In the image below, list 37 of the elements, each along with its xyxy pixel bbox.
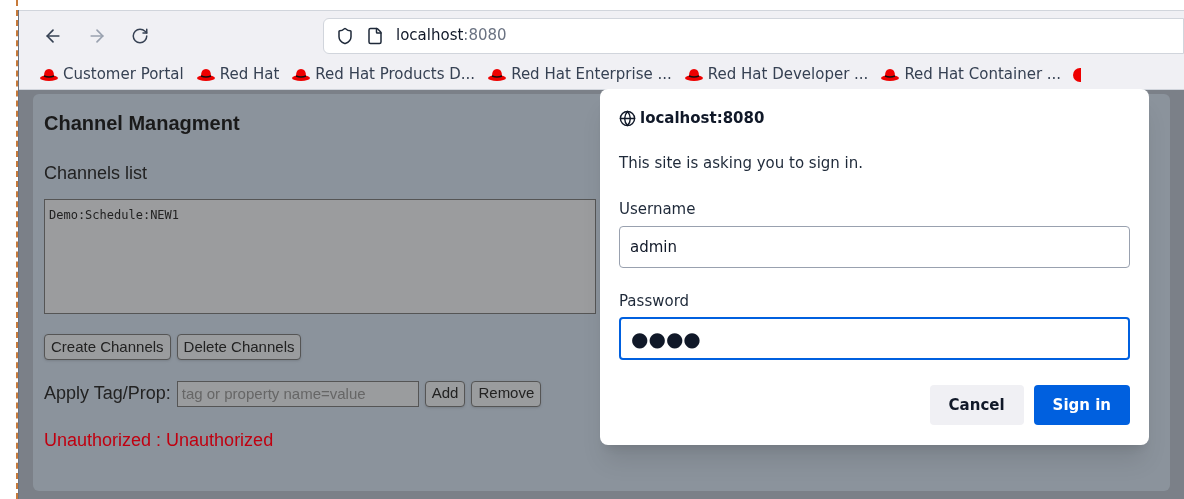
page-title: Channel Managment: [44, 111, 240, 136]
hat-icon: [880, 67, 901, 82]
tag-label: Apply Tag/Prop:: [44, 382, 171, 405]
error-message: Unauthorized : Unauthorized: [44, 429, 274, 452]
password-label: Password: [619, 290, 691, 312]
shield-icon: [336, 26, 354, 45]
hat-icon: [195, 67, 216, 82]
bookmark-link[interactable]: Red Hat Developer ...: [707, 63, 869, 86]
password-field[interactable]: ●●●●: [619, 317, 1130, 360]
tag-button[interactable]: Add: [424, 380, 466, 407]
bookmark-link[interactable]: Red Hat Container ...: [904, 63, 1062, 86]
bookmark-link[interactable]: Red Hat: [219, 63, 280, 86]
dialog-message: This site is asking you to sign in.: [619, 152, 865, 174]
globe-icon: [619, 109, 636, 127]
username-label: Username: [619, 199, 697, 220]
hat-icon: [683, 67, 704, 82]
hat-icon: [291, 67, 312, 82]
action-button[interactable]: Create Channels: [44, 334, 171, 360]
hat-icon: [487, 67, 508, 82]
action-button[interactable]: Delete Channels: [176, 334, 302, 360]
url-text: localhost:8080: [396, 25, 507, 47]
address-bar[interactable]: localhost:8080: [323, 17, 1184, 54]
dialog-title: localhost:8080: [640, 108, 765, 129]
cancel-button[interactable]: Cancel: [929, 385, 1024, 425]
tag-button[interactable]: Remove: [471, 380, 542, 407]
hat-icon: [39, 67, 59, 82]
page-icon: [366, 26, 384, 45]
bookmark-link[interactable]: Red Hat Products D...: [315, 63, 476, 86]
bookmark-link[interactable]: Customer Portal: [63, 63, 184, 86]
bookmark-link[interactable]: Red Hat Enterprise ...: [511, 63, 672, 86]
section-label: Channels list: [44, 162, 148, 185]
hat-icon: [1073, 67, 1082, 82]
channels-textarea[interactable]: Demo:Schedule:NEW1: [44, 199, 596, 314]
sign-in-button[interactable]: Sign in: [1033, 385, 1130, 425]
tag-input-field[interactable]: tag or property name=value: [176, 380, 419, 407]
reload-button[interactable]: [131, 26, 149, 45]
username-field[interactable]: admin: [619, 225, 1130, 268]
